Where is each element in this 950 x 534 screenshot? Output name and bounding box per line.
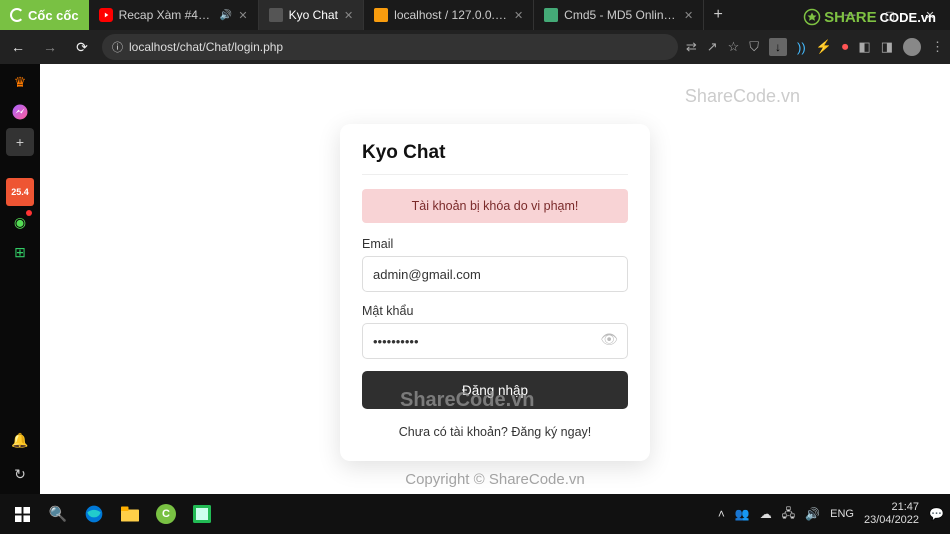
watermark-top: ShareCode.vn [685, 86, 800, 107]
signup-prefix: Chưa có tài khoản? [399, 425, 512, 439]
tab-label: Cmd5 - MD5 Online ,MD5 D [564, 8, 678, 22]
tab-close-icon[interactable]: ✕ [344, 9, 353, 22]
sidebar-savior-icon[interactable]: ◉ [6, 208, 34, 236]
menu-icon[interactable]: ⋮ [931, 39, 944, 55]
wifi-icon[interactable]: )) [797, 40, 806, 55]
ext2-icon[interactable]: ◨ [881, 39, 893, 55]
tab-strip: Recap Xàm #41: Biệt Độ 🔊 ✕ Kyo Chat ✕ lo… [89, 0, 830, 30]
sidebar-messenger-icon[interactable] [6, 98, 34, 126]
browser-brand[interactable]: Cốc cốc [0, 0, 89, 30]
tray-network-icon[interactable]: 🖧 [782, 504, 795, 525]
speaker-icon: 🔊 [220, 10, 232, 21]
bolt-icon[interactable]: ⚡ [816, 39, 832, 55]
tray-onedrive-icon[interactable]: ☁ [760, 507, 772, 521]
sidebar-grid-icon[interactable]: ⊞ [6, 238, 34, 266]
rec-icon[interactable]: ⏺ [842, 39, 849, 55]
coccoc-taskbar-icon[interactable]: C [150, 498, 182, 530]
password-label: Mật khẩu [362, 304, 628, 318]
start-button[interactable] [6, 498, 38, 530]
taskbar-clock[interactable]: 21:47 23/04/2022 [864, 501, 919, 527]
email-label: Email [362, 237, 628, 251]
login-card: Kyo Chat Tài khoản bị khóa do vi phạm! E… [340, 124, 650, 461]
eye-icon[interactable]: 👁 [600, 331, 618, 348]
ext1-icon[interactable]: ◧ [858, 39, 870, 55]
explorer-icon[interactable] [114, 498, 146, 530]
tab-close-icon[interactable]: ✕ [684, 9, 693, 22]
tray-chevron-icon[interactable]: ˄ [718, 507, 725, 521]
url-input[interactable]: ⓘ localhost/chat/Chat/login.php [102, 34, 678, 60]
tray-people-icon[interactable]: 👥 [735, 507, 750, 521]
signup-link[interactable]: Đăng ký ngay! [511, 425, 591, 439]
youtube-icon [99, 8, 113, 22]
search-icon[interactable]: 🔍 [42, 498, 74, 530]
download-icon[interactable]: ↓ [769, 38, 787, 56]
tab-close-icon[interactable]: ✕ [238, 9, 247, 22]
sidebar-bell-icon[interactable]: 🔔 [6, 426, 34, 454]
url-text: localhost/chat/Chat/login.php [129, 40, 283, 54]
password-field[interactable] [362, 323, 628, 359]
page-viewport: ShareCode.vn Kyo Chat Tài khoản bị khóa … [40, 64, 950, 494]
page-body: ShareCode.vn Kyo Chat Tài khoản bị khóa … [40, 64, 950, 494]
sidebar-history-icon[interactable]: ↻ [6, 460, 34, 488]
tab-youtube[interactable]: Recap Xàm #41: Biệt Độ 🔊 ✕ [89, 0, 259, 30]
error-alert: Tài khoản bị khóa do vi phạm! [362, 189, 628, 223]
page-icon [269, 8, 283, 22]
browser-sidebar: ♛ + 25.4 ◉ ⊞ 🔔 ↻ [0, 64, 40, 494]
divider [362, 174, 628, 175]
phpmyadmin-icon [374, 8, 388, 22]
forward-button[interactable]: → [38, 35, 62, 59]
sidebar-calendar-icon[interactable]: 25.4 [6, 178, 34, 206]
sidebar-crown-icon[interactable]: ♛ [6, 68, 34, 96]
tray-volume-icon[interactable]: 🔊 [805, 507, 820, 521]
clock-date: 23/04/2022 [864, 514, 919, 527]
back-button[interactable]: ← [6, 35, 30, 59]
login-button[interactable]: Đăng nhập [362, 371, 628, 409]
shield-icon[interactable]: ⛉ [749, 39, 759, 55]
toolbar-right: ⇄ ↗ ☆ ⛉ ↓ )) ⚡ ⏺ ◧ ◨ ⋮ [686, 38, 944, 56]
coccoc-icon [10, 8, 24, 22]
notepadpp-icon[interactable] [186, 498, 218, 530]
share-icon[interactable]: ↗ [707, 39, 718, 55]
sharecode-logo-icon [803, 8, 821, 26]
tab-phpmyadmin[interactable]: localhost / 127.0.0.1 / chata ✕ [364, 0, 534, 30]
cmd5-icon [544, 8, 558, 22]
signup-text: Chưa có tài khoản? Đăng ký ngay! [362, 425, 628, 439]
reload-button[interactable]: ⟳ [70, 35, 94, 59]
sharecode-badge: SHARECODE.vn [803, 8, 936, 26]
clock-time: 21:47 [864, 501, 919, 514]
email-field[interactable] [362, 256, 628, 292]
windows-taskbar: 🔍 C ˄ 👥 ☁ 🖧 🔊 ENG 21:47 23/04/2022 💬 [0, 494, 950, 534]
address-bar: ← → ⟳ ⓘ localhost/chat/Chat/login.php ⇄ … [0, 30, 950, 64]
new-tab-button[interactable]: + [704, 0, 732, 30]
tab-cmd5[interactable]: Cmd5 - MD5 Online ,MD5 D ✕ [534, 0, 704, 30]
tab-label: Recap Xàm #41: Biệt Độ [119, 8, 214, 22]
tab-label: Kyo Chat [289, 8, 338, 22]
avatar-icon[interactable] [903, 38, 921, 56]
sidebar-add-icon[interactable]: + [6, 128, 34, 156]
translate-icon[interactable]: ⇄ [686, 39, 697, 55]
page-title: Kyo Chat [362, 142, 628, 164]
watermark-bottom: Copyright © ShareCode.vn [405, 471, 584, 488]
edge-icon[interactable] [78, 498, 110, 530]
tab-label: localhost / 127.0.0.1 / chata [394, 8, 508, 22]
info-icon: ⓘ [112, 39, 123, 55]
tab-close-icon[interactable]: ✕ [514, 9, 523, 22]
bookmark-icon[interactable]: ☆ [728, 39, 740, 55]
badge-text-small: CODE.vn [880, 10, 936, 25]
notifications-icon[interactable]: 💬 [929, 507, 944, 521]
badge-text-big: SHARE [824, 9, 877, 26]
brand-label: Cốc cốc [28, 8, 79, 23]
tab-kyochat[interactable]: Kyo Chat ✕ [259, 0, 365, 30]
language-indicator[interactable]: ENG [830, 508, 854, 520]
